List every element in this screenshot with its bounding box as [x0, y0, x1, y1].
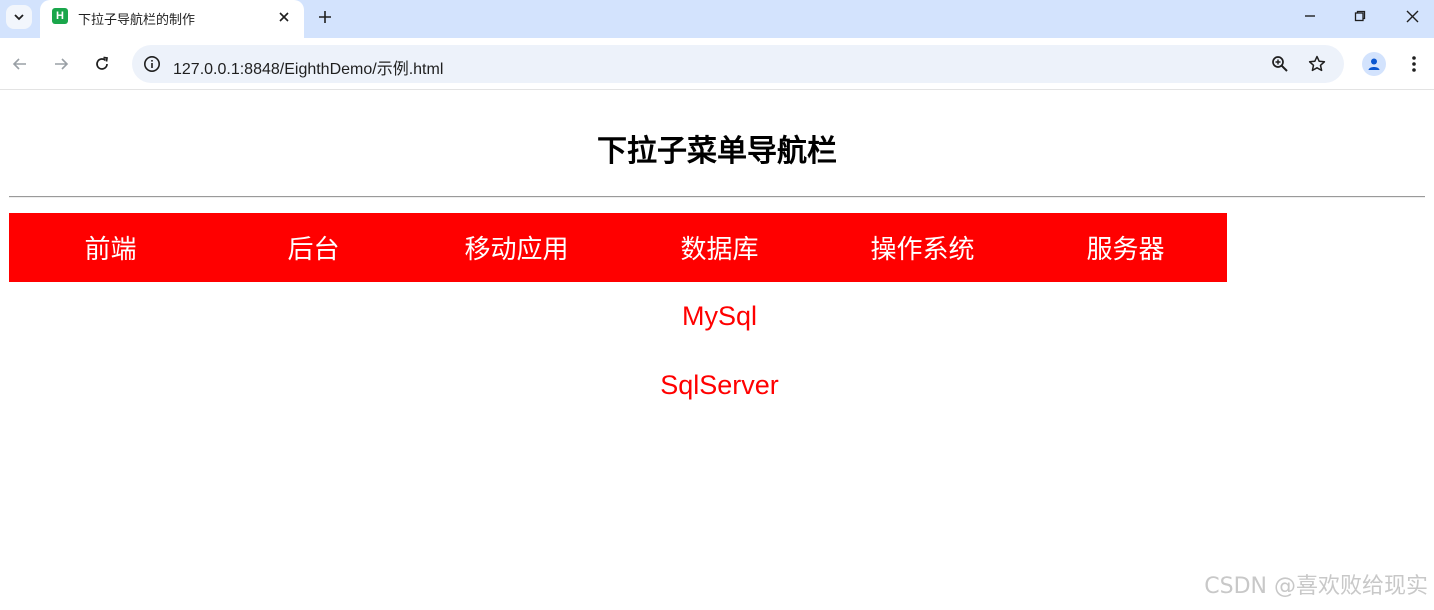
active-tab[interactable]: H 下拉子导航栏的制作 [40, 0, 304, 38]
page-title: 下拉子菜单导航栏 [597, 134, 837, 169]
address-bar[interactable]: 127.0.0.1:8848/EighthDemo/示例.html [132, 45, 1344, 83]
reload-button[interactable] [88, 50, 116, 78]
person-icon [1368, 58, 1380, 70]
tab-strip: H 下拉子导航栏的制作 [0, 0, 1434, 38]
close-icon [1406, 10, 1418, 22]
bookmark-button[interactable] [1305, 52, 1329, 76]
submenu-item-mysql[interactable]: MySql [618, 282, 821, 351]
arrow-right-icon [55, 58, 69, 70]
browser-toolbar: 127.0.0.1:8848/EighthDemo/示例.html [0, 38, 1434, 90]
horizontal-rule [9, 196, 1425, 198]
arrow-left-icon [12, 58, 26, 70]
tab-title: 下拉子导航栏的制作 [78, 13, 196, 28]
restore-icon [1354, 10, 1366, 22]
restore-button[interactable] [1336, 0, 1384, 32]
info-icon [144, 56, 160, 72]
zoom-button[interactable] [1268, 52, 1292, 76]
url-text: 127.0.0.1:8848/EighthDemo/示例.html [173, 61, 444, 78]
nav-item-mobile[interactable]: 移动应用 [415, 213, 618, 282]
close-icon [279, 12, 289, 22]
nav-item-server[interactable]: 服务器 [1024, 213, 1227, 282]
nav-item-backend[interactable]: 后台 [212, 213, 415, 282]
nav-item-os[interactable]: 操作系统 [821, 213, 1024, 282]
tab-search-button[interactable] [6, 5, 32, 29]
zoom-icon [1272, 56, 1288, 72]
minimize-button[interactable] [1286, 0, 1334, 32]
tab-close-button[interactable] [274, 7, 294, 27]
back-button[interactable] [6, 50, 34, 78]
plus-icon [319, 11, 331, 23]
site-info-button[interactable] [140, 52, 164, 76]
browser-menu-button[interactable] [1402, 52, 1426, 76]
nav-item-database[interactable]: 数据库 [618, 213, 821, 282]
forward-button[interactable] [47, 50, 75, 78]
favicon-icon: H [52, 8, 68, 24]
star-icon [1308, 55, 1326, 72]
close-window-button[interactable] [1388, 0, 1434, 32]
database-submenu: MySql SqlServer [618, 282, 821, 420]
main-navbar: 前端 后台 移动应用 数据库 操作系统 服务器 [9, 213, 1227, 282]
chevron-down-icon [14, 14, 24, 21]
nav-item-frontend[interactable]: 前端 [9, 213, 212, 282]
reload-icon [96, 56, 108, 70]
submenu-item-sqlserver[interactable]: SqlServer [618, 351, 821, 420]
more-vert-icon [1412, 56, 1416, 72]
new-tab-button[interactable] [312, 5, 338, 29]
minimize-icon [1305, 15, 1315, 17]
profile-avatar[interactable] [1362, 52, 1386, 76]
watermark: CSDN @喜欢败给现实 [1204, 574, 1428, 599]
